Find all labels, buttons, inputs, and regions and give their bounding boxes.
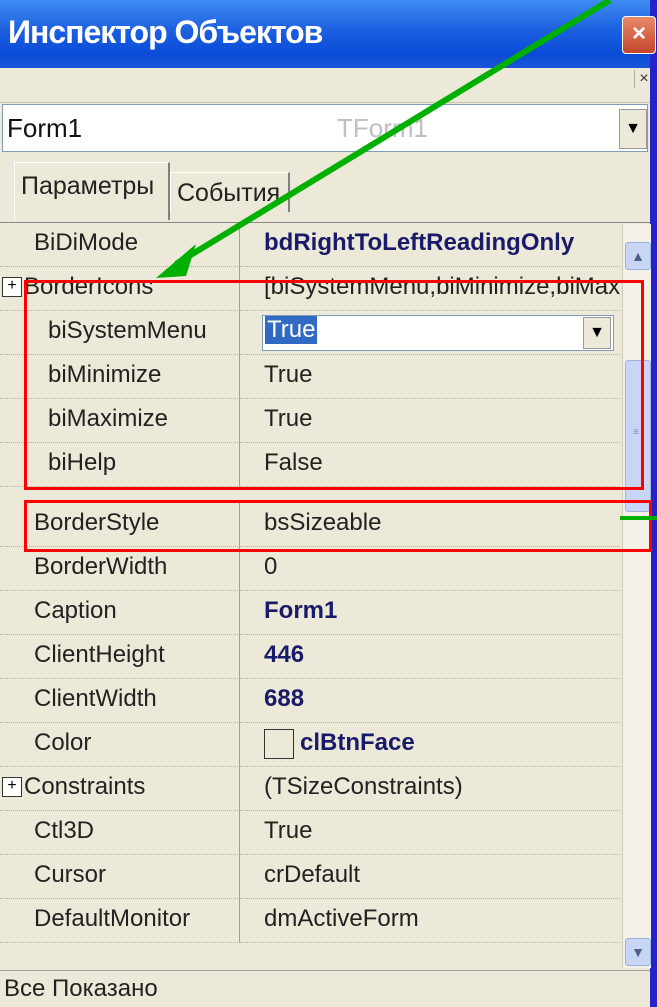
property-row[interactable]: BorderWidth 0 [0, 547, 650, 591]
expand-icon[interactable]: + [2, 777, 22, 797]
property-value: (TSizeConstraints) [264, 773, 463, 800]
strip-close-icon[interactable]: × [634, 70, 653, 88]
object-selector[interactable]: Form1 TForm1 ▼ [2, 104, 648, 152]
property-row[interactable]: BiDiMode bdRightToLeftReadingOnly [0, 223, 650, 267]
property-value: clBtnFace [300, 729, 415, 756]
title-bar[interactable]: Инспектор Объектов × [0, 0, 656, 68]
property-value: Form1 [264, 597, 338, 624]
expand-icon[interactable]: + [2, 277, 22, 297]
tab-parameters[interactable]: Параметры [14, 162, 170, 220]
property-name: DefaultMonitor [34, 905, 191, 932]
property-row[interactable]: DefaultMonitor dmActiveForm [0, 899, 650, 943]
color-swatch [264, 729, 294, 759]
scroll-down-icon[interactable]: ▼ [625, 938, 651, 966]
highlight-border-icons [24, 280, 644, 490]
close-icon[interactable]: × [622, 16, 656, 54]
window-title: Инспектор Объектов [8, 14, 323, 50]
property-row[interactable]: + Constraints (TSizeConstraints) [0, 767, 650, 811]
property-value: bdRightToLeftReadingOnly [264, 229, 575, 256]
property-name: Cursor [34, 861, 107, 888]
object-type: TForm1 [337, 113, 428, 143]
property-row[interactable]: ClientWidth 688 [0, 679, 650, 723]
property-name: Color [34, 729, 92, 756]
status-bar: Все Показано [0, 970, 650, 1007]
tab-events[interactable]: События [170, 172, 290, 212]
property-row[interactable]: Color clBtnFace [0, 723, 650, 767]
property-name: ClientHeight [34, 641, 165, 668]
property-value: 688 [264, 685, 305, 712]
property-name: Caption [34, 597, 117, 624]
property-name: ClientWidth [34, 685, 157, 712]
property-value: crDefault [264, 861, 361, 888]
property-value: 0 [264, 553, 278, 580]
divider [0, 92, 650, 103]
property-value: dmActiveForm [264, 905, 419, 932]
green-pointer-line [620, 516, 657, 520]
property-name: BorderWidth [34, 553, 168, 580]
property-row[interactable]: Ctl3D True [0, 811, 650, 855]
toolbar-strip: × [0, 68, 650, 93]
property-name: BiDiMode [34, 229, 139, 256]
highlight-border-style [24, 500, 652, 552]
chevron-down-icon[interactable]: ▼ [619, 109, 647, 149]
scroll-up-icon[interactable]: ▲ [625, 242, 651, 270]
property-row[interactable]: ClientHeight 446 [0, 635, 650, 679]
tab-bar: Параметры События [0, 152, 650, 222]
status-text: Все Показано [4, 975, 158, 1002]
object-name: Form1 [7, 113, 83, 143]
property-row[interactable]: Cursor crDefault [0, 855, 650, 899]
property-value: True [264, 817, 313, 844]
property-name: Constraints [24, 773, 146, 800]
property-name: Ctl3D [34, 817, 95, 844]
property-row[interactable]: Caption Form1 [0, 591, 650, 635]
property-value: 446 [264, 641, 305, 668]
